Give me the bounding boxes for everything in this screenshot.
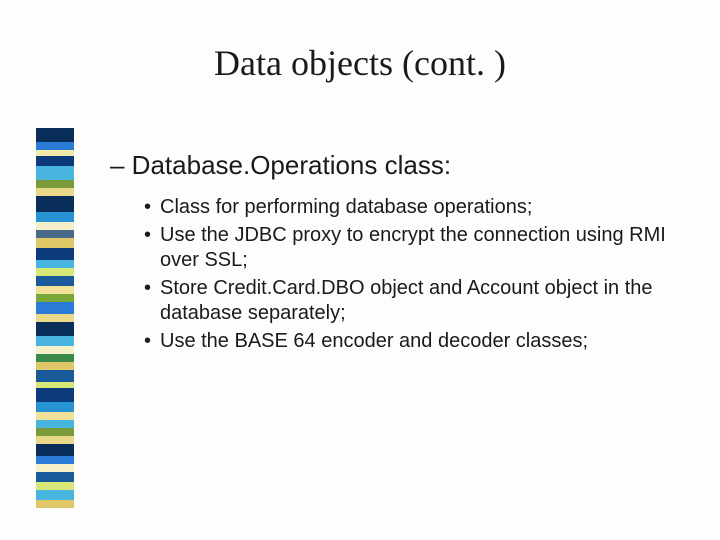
- stripe: [36, 490, 74, 500]
- stripe: [36, 436, 74, 444]
- stripe: [36, 238, 74, 248]
- stripe: [36, 188, 74, 196]
- stripe: [36, 482, 74, 490]
- subtitle: – Database.Operations class:: [110, 150, 670, 181]
- stripe: [36, 412, 74, 420]
- stripe: [36, 314, 74, 322]
- stripe: [36, 268, 74, 276]
- stripe: [36, 294, 74, 302]
- stripe: [36, 456, 74, 464]
- stripe: [36, 464, 74, 472]
- side-decoration: [36, 128, 74, 508]
- stripe: [36, 500, 74, 508]
- stripe: [36, 286, 74, 294]
- stripe: [36, 222, 74, 230]
- stripe: [36, 156, 74, 166]
- stripe: [36, 196, 74, 212]
- stripe: [36, 212, 74, 222]
- slide-content: – Database.Operations class: Class for p…: [110, 150, 670, 357]
- stripe: [36, 276, 74, 286]
- bullet-list: Class for performing database operations…: [144, 195, 670, 355]
- bullet-item: Class for performing database operations…: [144, 195, 670, 221]
- stripe: [36, 346, 74, 354]
- bullet-item: Use the BASE 64 encoder and decoder clas…: [144, 329, 670, 355]
- bullet-item: Store Credit.Card.DBO object and Account…: [144, 276, 670, 327]
- stripe: [36, 428, 74, 436]
- slide-title: Data objects (cont. ): [214, 42, 506, 84]
- stripe: [36, 166, 74, 180]
- stripe: [36, 142, 74, 150]
- stripe: [36, 402, 74, 412]
- stripe: [36, 362, 74, 370]
- stripe: [36, 128, 74, 142]
- stripe: [36, 472, 74, 482]
- stripe: [36, 388, 74, 402]
- bullet-item: Use the JDBC proxy to encrypt the connec…: [144, 223, 670, 274]
- stripe: [36, 354, 74, 362]
- stripe: [36, 420, 74, 428]
- stripe: [36, 248, 74, 260]
- stripe: [36, 230, 74, 238]
- stripe: [36, 302, 74, 314]
- stripe: [36, 180, 74, 188]
- stripe: [36, 260, 74, 268]
- stripe: [36, 370, 74, 382]
- stripe: [36, 336, 74, 346]
- stripe: [36, 444, 74, 456]
- stripe: [36, 322, 74, 336]
